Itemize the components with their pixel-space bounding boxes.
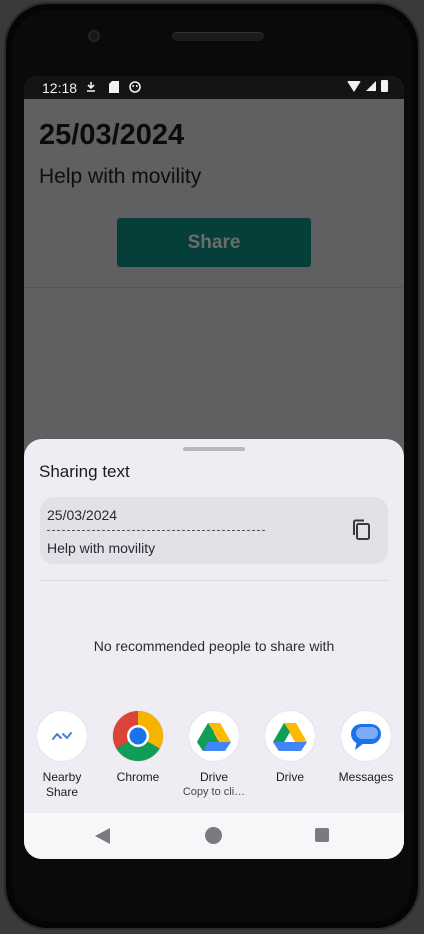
share-target-sublabel: Copy to cli… — [182, 786, 246, 798]
drag-handle[interactable] — [183, 447, 245, 451]
home-button[interactable] — [205, 827, 222, 844]
sheet-title: Sharing text — [39, 462, 130, 481]
nearby-share-icon — [37, 711, 87, 761]
page-title: 25/03/2024 — [39, 119, 185, 151]
drive-icon — [189, 711, 239, 761]
share-target-drive[interactable]: Drive — [252, 711, 328, 785]
share-sheet: Sharing text 25/03/2024 Help with movili… — [24, 439, 404, 859]
system-nav-bar — [24, 813, 404, 859]
preview-separator — [47, 530, 265, 531]
front-camera — [88, 30, 100, 42]
status-time: 12:18 — [42, 80, 78, 96]
share-preview: 25/03/2024 Help with movility — [40, 497, 388, 564]
share-target-label: Nearby Share — [42, 770, 82, 799]
earpiece-speaker — [172, 32, 264, 41]
assistant-icon — [129, 81, 141, 96]
copy-icon[interactable] — [351, 519, 371, 541]
no-recommendations-text: No recommended people to share with — [93, 638, 335, 654]
share-target-chrome[interactable]: Chrome — [100, 711, 176, 785]
download-icon — [86, 81, 96, 96]
preview-date: 25/03/2024 — [47, 507, 118, 523]
sd-card-icon — [109, 81, 119, 96]
share-target-nearby[interactable]: Nearby Share — [24, 711, 100, 800]
share-button[interactable]: Share — [117, 218, 311, 267]
share-target-label: Drive — [275, 770, 304, 784]
page-subtitle: Help with movility — [39, 165, 202, 188]
chrome-icon — [113, 711, 163, 761]
back-button[interactable] — [95, 828, 110, 844]
wifi-icon — [347, 80, 361, 92]
drive-icon — [265, 711, 315, 761]
device-screen: 12:18 25/03/2024 Help with movility Shar… — [24, 76, 404, 859]
messages-icon — [341, 711, 391, 761]
status-bar: 12:18 — [24, 76, 404, 99]
preview-text: Help with movility — [47, 540, 156, 556]
signal-icon — [366, 81, 376, 91]
divider — [24, 287, 404, 288]
share-target-drive-copy[interactable]: Drive Copy to cli… — [176, 711, 252, 799]
share-target-label: Drive — [199, 770, 228, 784]
battery-icon — [381, 80, 388, 92]
share-target-messages[interactable]: Messages — [328, 711, 404, 785]
share-target-label: Messages — [338, 770, 394, 784]
divider — [40, 580, 388, 581]
recents-button[interactable] — [315, 828, 329, 842]
share-target-label: Chrome — [116, 770, 160, 784]
share-targets: Nearby Share Chrome Drive Copy to cli… D… — [24, 711, 404, 811]
